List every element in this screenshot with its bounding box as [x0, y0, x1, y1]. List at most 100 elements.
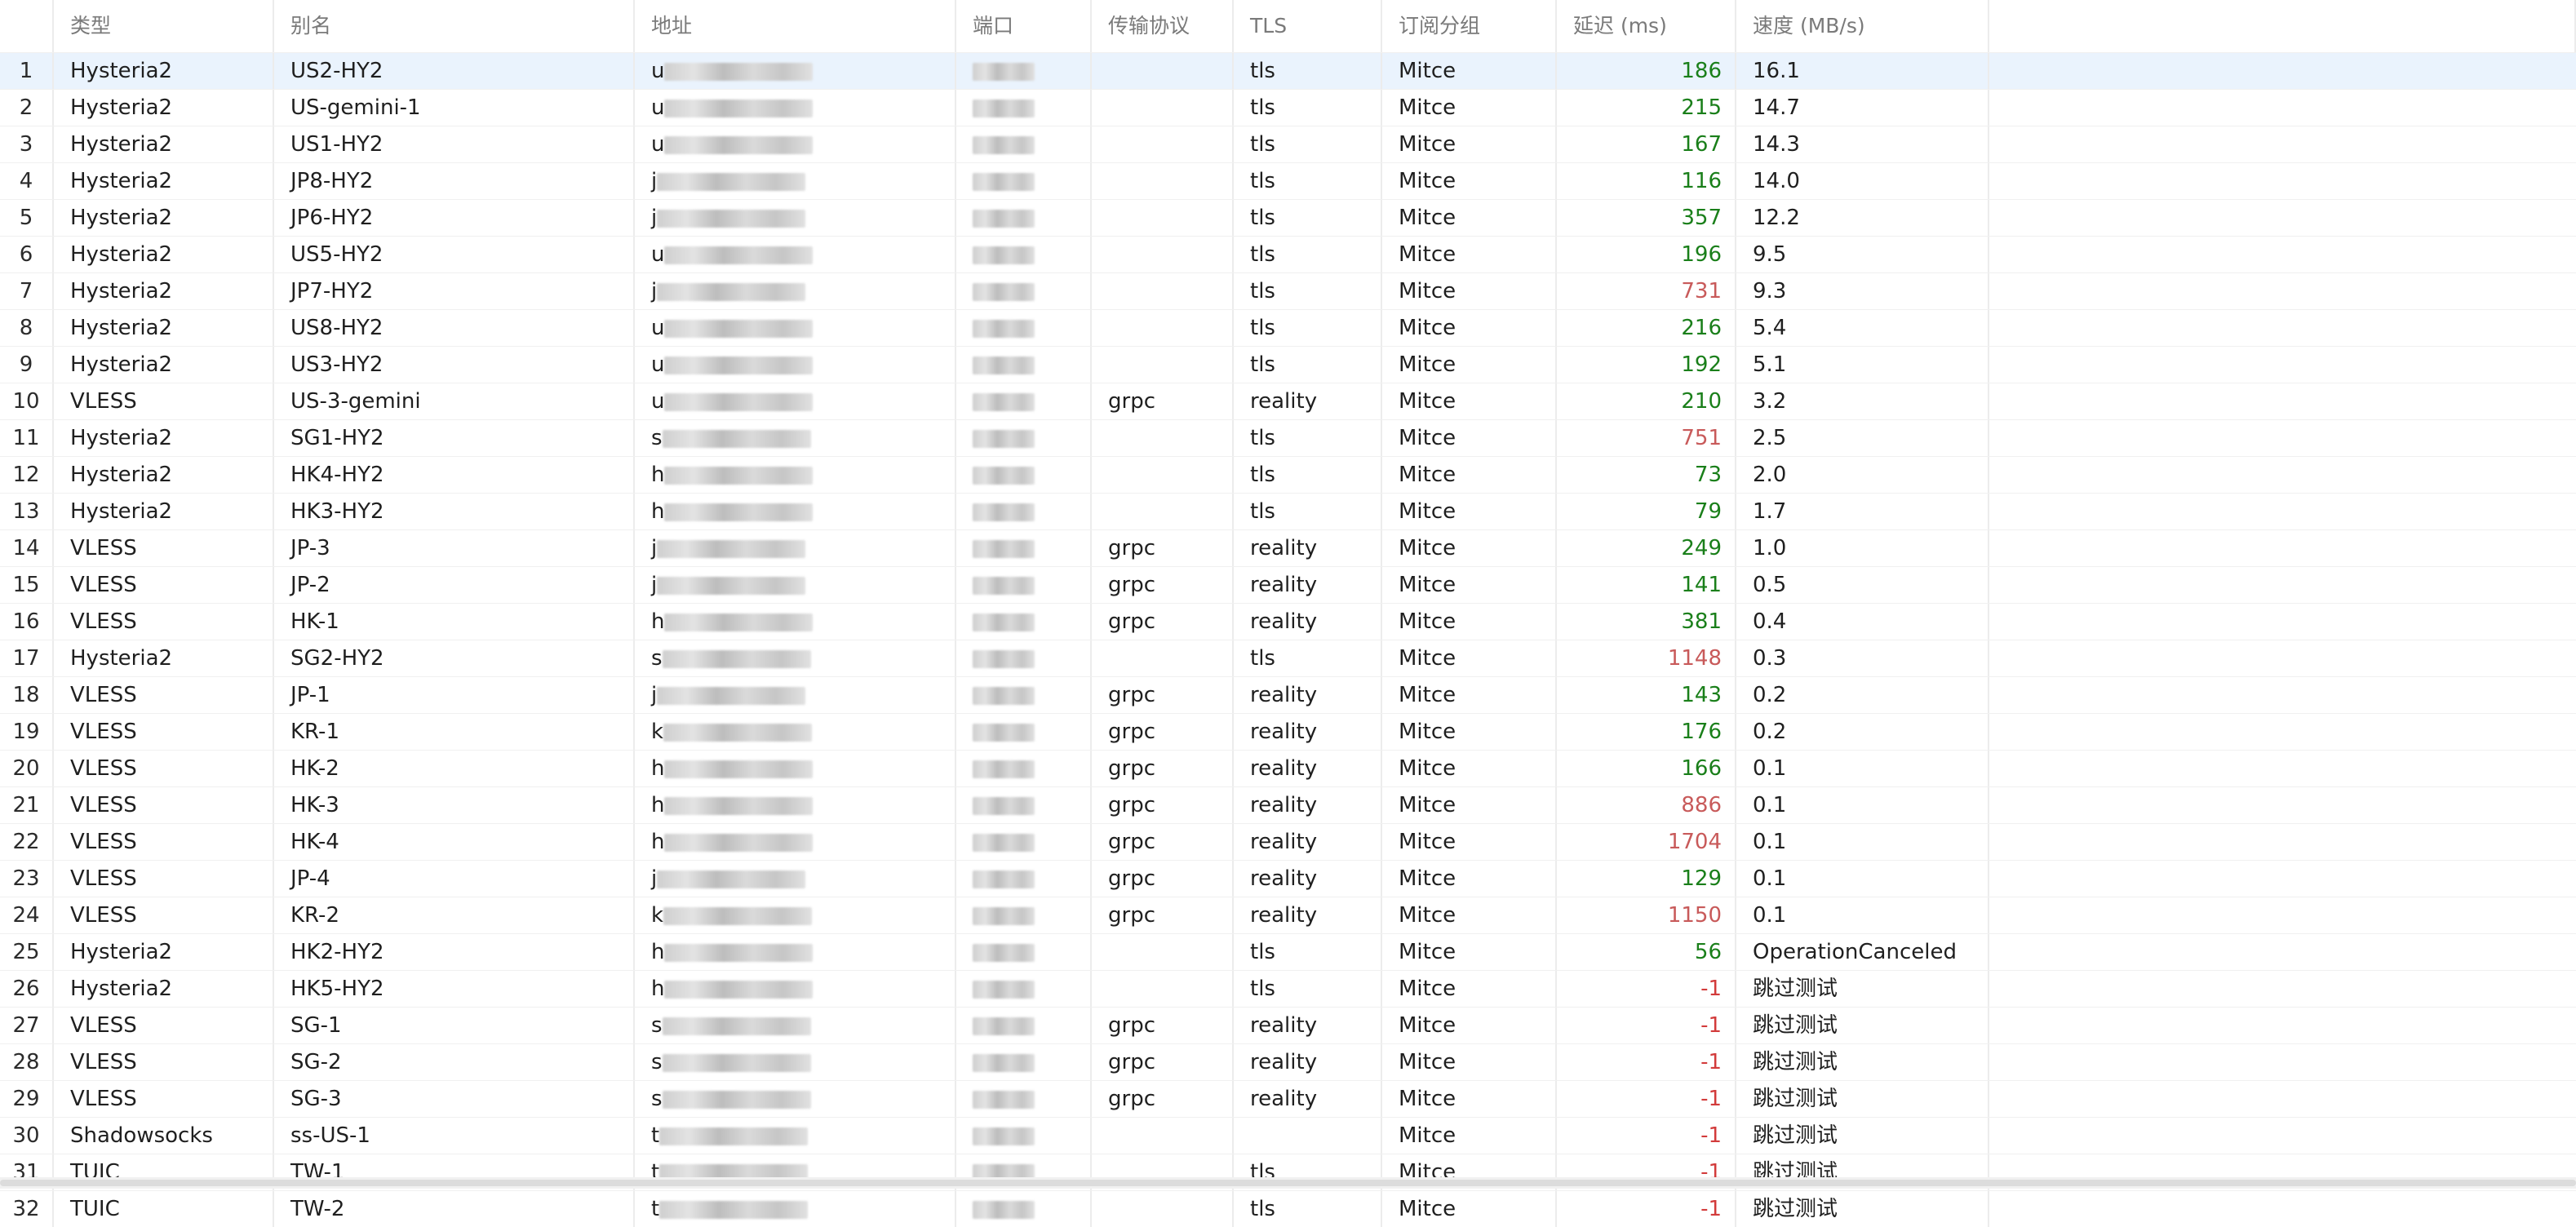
column-header-address[interactable]: 地址 — [635, 0, 956, 52]
scrollbar-thumb[interactable] — [0, 1180, 2576, 1186]
column-header-speed[interactable]: 速度 (MB/s) — [1736, 0, 1989, 52]
redacted-address — [664, 613, 814, 631]
column-header-group[interactable]: 订阅分组 — [1382, 0, 1557, 52]
row-tls: reality — [1234, 1044, 1382, 1080]
row-alias: US3-HY2 — [274, 347, 635, 383]
row-index: 16 — [0, 604, 54, 640]
row-address-text: h — [651, 499, 665, 524]
row-address-text: j — [651, 206, 658, 230]
row-index: 13 — [0, 494, 54, 529]
row-delay: 249 — [1557, 530, 1736, 566]
table-row[interactable]: 29 VLESS SG-3 s grpc reality Mitce -1 跳过… — [0, 1080, 2576, 1117]
table-row[interactable]: 14 VLESS JP-3 j grpc reality Mitce 249 1… — [0, 529, 2576, 566]
table-row[interactable]: 1 Hysteria2 US2-HY2 u tls Mitce 186 16.1 — [0, 52, 2576, 89]
column-header-transport[interactable]: 传输协议 — [1092, 0, 1234, 52]
row-alias: HK-3 — [274, 787, 635, 823]
table-row[interactable]: 24 VLESS KR-2 k grpc reality Mitce 1150 … — [0, 897, 2576, 933]
row-address-text: j — [651, 169, 658, 193]
row-index: 19 — [0, 714, 54, 750]
row-address: h — [635, 824, 956, 860]
row-group: Mitce — [1382, 1081, 1557, 1117]
row-speed: 0.4 — [1736, 604, 1989, 640]
row-filler — [1989, 824, 2576, 860]
row-speed: 0.2 — [1736, 714, 1989, 750]
table-row[interactable]: 18 VLESS JP-1 j grpc reality Mitce 143 0… — [0, 676, 2576, 713]
table-row[interactable]: 10 VLESS US-3-gemini u grpc reality Mitc… — [0, 383, 2576, 419]
table-row[interactable]: 19 VLESS KR-1 k grpc reality Mitce 176 0… — [0, 713, 2576, 750]
row-port — [956, 347, 1092, 383]
row-speed: 2.5 — [1736, 420, 1989, 456]
table-row[interactable]: 22 VLESS HK-4 h grpc reality Mitce 1704 … — [0, 823, 2576, 860]
row-type: Hysteria2 — [54, 200, 274, 236]
table-row[interactable]: 16 VLESS HK-1 h grpc reality Mitce 381 0… — [0, 603, 2576, 640]
table-row[interactable]: 9 Hysteria2 US3-HY2 u tls Mitce 192 5.1 — [0, 346, 2576, 383]
table-row[interactable]: 32 TUIC TW-2 t tls Mitce -1 跳过测试 — [0, 1190, 2576, 1227]
row-speed: 跳过测试 — [1736, 1191, 1989, 1227]
row-group: Mitce — [1382, 126, 1557, 162]
redacted-port — [973, 1127, 1035, 1145]
row-filler — [1989, 934, 2576, 970]
row-tls — [1234, 1118, 1382, 1154]
redacted-address — [664, 833, 814, 852]
row-port — [956, 163, 1092, 199]
row-transport: grpc — [1092, 1081, 1234, 1117]
row-address: k — [635, 714, 956, 750]
table-row[interactable]: 25 Hysteria2 HK2-HY2 h tls Mitce 56 Oper… — [0, 933, 2576, 970]
row-address-text: u — [651, 132, 665, 157]
row-speed: 跳过测试 — [1736, 971, 1989, 1007]
column-header-alias[interactable]: 别名 — [274, 0, 635, 52]
table-row[interactable]: 6 Hysteria2 US5-HY2 u tls Mitce 196 9.5 — [0, 236, 2576, 272]
row-tls: tls — [1234, 494, 1382, 529]
column-header-index[interactable] — [0, 0, 54, 52]
table-row[interactable]: 8 Hysteria2 US8-HY2 u tls Mitce 216 5.4 — [0, 309, 2576, 346]
row-transport — [1092, 347, 1234, 383]
redacted-port — [973, 649, 1035, 668]
table-row[interactable]: 26 Hysteria2 HK5-HY2 h tls Mitce -1 跳过测试 — [0, 970, 2576, 1007]
table-row[interactable]: 27 VLESS SG-1 s grpc reality Mitce -1 跳过… — [0, 1007, 2576, 1043]
redacted-address — [662, 429, 811, 448]
table-row[interactable]: 13 Hysteria2 HK3-HY2 h tls Mitce 79 1.7 — [0, 493, 2576, 529]
row-port — [956, 897, 1092, 933]
table-row[interactable]: 3 Hysteria2 US1-HY2 u tls Mitce 167 14.3 — [0, 126, 2576, 162]
table-row[interactable]: 2 Hysteria2 US-gemini-1 u tls Mitce 215 … — [0, 89, 2576, 126]
table-row[interactable]: 30 Shadowsocks ss-US-1 t Mitce -1 跳过测试 — [0, 1117, 2576, 1154]
row-speed: 14.0 — [1736, 163, 1989, 199]
row-address: u — [635, 383, 956, 419]
table-row[interactable]: 28 VLESS SG-2 s grpc reality Mitce -1 跳过… — [0, 1043, 2576, 1080]
table-row[interactable]: 20 VLESS HK-2 h grpc reality Mitce 166 0… — [0, 750, 2576, 786]
table-row[interactable]: 7 Hysteria2 JP7-HY2 j tls Mitce 731 9.3 — [0, 272, 2576, 309]
table-row[interactable]: 4 Hysteria2 JP8-HY2 j tls Mitce 116 14.0 — [0, 162, 2576, 199]
column-header-tls[interactable]: TLS — [1234, 0, 1382, 52]
row-tls: reality — [1234, 861, 1382, 897]
row-group: Mitce — [1382, 347, 1557, 383]
row-type: VLESS — [54, 714, 274, 750]
row-transport: grpc — [1092, 1008, 1234, 1043]
row-alias: JP7-HY2 — [274, 273, 635, 309]
row-index: 4 — [0, 163, 54, 199]
row-transport — [1092, 53, 1234, 89]
row-type: VLESS — [54, 383, 274, 419]
row-port — [956, 1191, 1092, 1227]
horizontal-scrollbar[interactable] — [0, 1177, 2576, 1189]
row-speed: 2.0 — [1736, 457, 1989, 493]
column-header-delay[interactable]: 延迟 (ms) — [1557, 0, 1736, 52]
column-header-port[interactable]: 端口 — [956, 0, 1092, 52]
table-row[interactable]: 23 VLESS JP-4 j grpc reality Mitce 129 0… — [0, 860, 2576, 897]
table-row[interactable]: 21 VLESS HK-3 h grpc reality Mitce 886 0… — [0, 786, 2576, 823]
row-tls: reality — [1234, 1008, 1382, 1043]
row-index: 10 — [0, 383, 54, 419]
row-index: 14 — [0, 530, 54, 566]
table-row[interactable]: 5 Hysteria2 JP6-HY2 j tls Mitce 357 12.2 — [0, 199, 2576, 236]
row-type: Hysteria2 — [54, 457, 274, 493]
column-header-type[interactable]: 类型 — [54, 0, 274, 52]
redacted-port — [973, 135, 1035, 154]
table-row[interactable]: 15 VLESS JP-2 j grpc reality Mitce 141 0… — [0, 566, 2576, 603]
row-delay: 192 — [1557, 347, 1736, 383]
row-type: VLESS — [54, 604, 274, 640]
row-delay: 73 — [1557, 457, 1736, 493]
table-row[interactable]: 12 Hysteria2 HK4-HY2 h tls Mitce 73 2.0 — [0, 456, 2576, 493]
row-transport: grpc — [1092, 751, 1234, 786]
row-address: h — [635, 494, 956, 529]
table-row[interactable]: 17 Hysteria2 SG2-HY2 s tls Mitce 1148 0.… — [0, 640, 2576, 676]
table-row[interactable]: 11 Hysteria2 SG1-HY2 s tls Mitce 751 2.5 — [0, 419, 2576, 456]
